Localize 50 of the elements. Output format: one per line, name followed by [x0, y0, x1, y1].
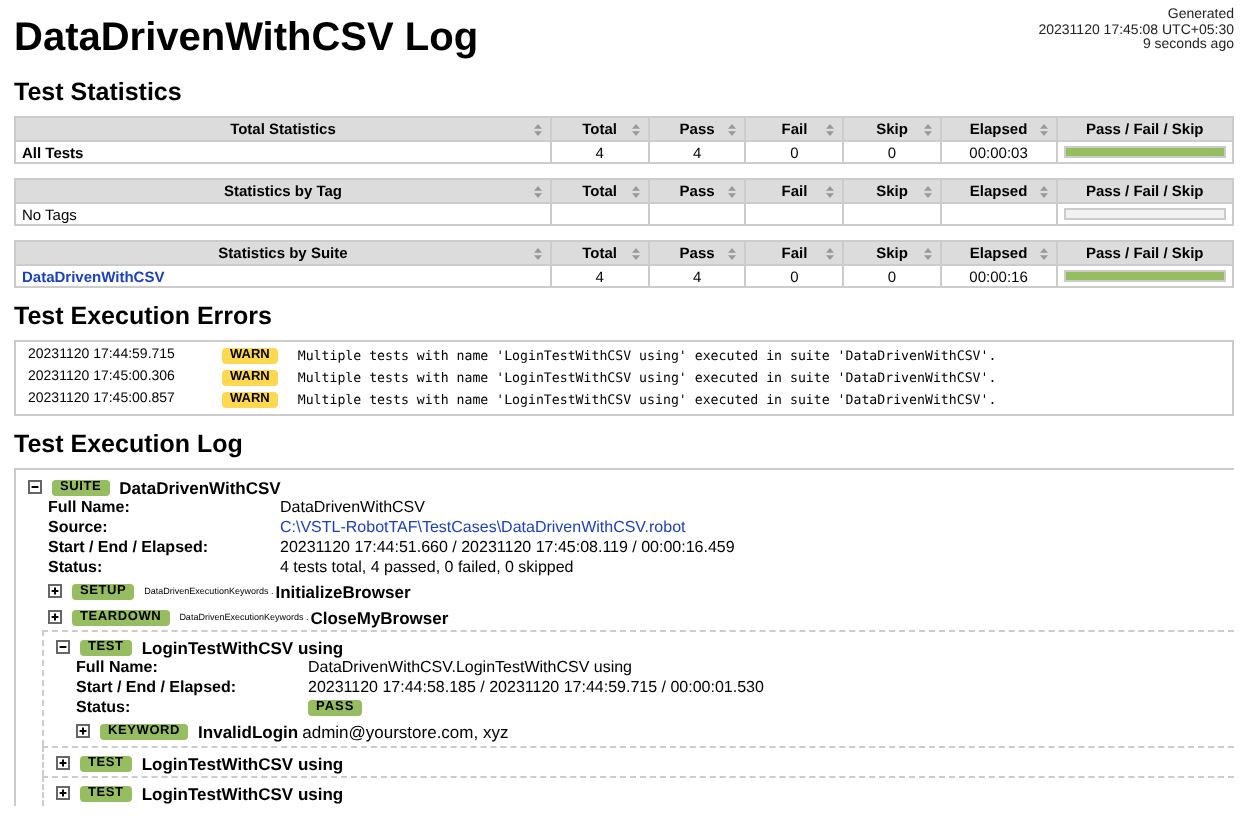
sort-icon[interactable]: [728, 248, 737, 260]
sort-icon[interactable]: [826, 186, 835, 198]
sort-icon[interactable]: [728, 124, 737, 136]
metadata-label: Full Name:: [76, 658, 160, 678]
item-name[interactable]: DataDrivenWithCSV: [119, 477, 281, 497]
sort-icon[interactable]: [631, 186, 640, 198]
sort-icon[interactable]: [923, 124, 932, 136]
sort-icon[interactable]: [1039, 248, 1048, 260]
sort-icon[interactable]: [923, 248, 932, 260]
metadata-label: Source:: [48, 518, 110, 538]
expand-icon[interactable]: [56, 756, 70, 770]
item-name[interactable]: LoginTestWithCSV using: [141, 753, 344, 773]
expand-icon[interactable]: [48, 584, 62, 598]
collapse-icon[interactable]: [28, 480, 42, 494]
item-name[interactable]: LoginTestWithCSV using: [141, 783, 344, 803]
item-name[interactable]: InitializeBrowser: [275, 581, 411, 601]
item-name[interactable]: InvalidLogin: [198, 721, 299, 741]
metadata-value: 20231120 17:44:58.185 / 20231120 17:44:59.715 / 00:00:01.530: [308, 678, 764, 698]
sort-icon[interactable]: [728, 186, 737, 198]
metadata-value: 20231120 17:44:51.660 / 20231120 17:45:08.119 / 00:00:16.459: [280, 538, 735, 558]
item-name[interactable]: CloseMyBrowser: [310, 607, 449, 627]
sort-icon[interactable]: [533, 186, 542, 198]
sort-icon[interactable]: [631, 248, 640, 260]
keyword-arguments: admin@yourstore.com, xyz: [302, 721, 509, 741]
expand-icon[interactable]: [56, 786, 70, 800]
sort-icon[interactable]: [826, 124, 835, 136]
sort-icon[interactable]: [826, 248, 835, 260]
metadata-label: Start / End / Elapsed:: [48, 538, 211, 558]
collapse-icon[interactable]: [56, 640, 70, 654]
metadata-label: Full Name:: [48, 498, 132, 518]
sort-icon[interactable]: [923, 186, 932, 198]
metadata-value: 4 tests total, 4 passed, 0 failed, 0 skipped: [280, 558, 574, 578]
item-name[interactable]: LoginTestWithCSV using: [141, 637, 344, 657]
sort-icon[interactable]: [533, 248, 542, 260]
sort-icon[interactable]: [533, 124, 542, 136]
page-title: DataDrivenWithCSV Log: [14, 14, 479, 62]
metadata-label: Status:: [76, 698, 133, 718]
metadata-value: DataDrivenWithCSV: [280, 498, 425, 518]
expand-icon[interactable]: [76, 724, 90, 738]
source-link[interactable]: C:\VSTL-RobotTAF\TestCases\DataDrivenWithCSV.robot: [280, 518, 686, 538]
metadata-label: Status:: [48, 558, 105, 578]
sort-icon[interactable]: [1039, 186, 1048, 198]
metadata-label: Start / End / Elapsed:: [76, 678, 239, 698]
metadata-value: DataDrivenWithCSV.LoginTestWithCSV using: [308, 658, 632, 678]
section-heading: Test Statistics: [14, 78, 184, 108]
sort-icon[interactable]: [1039, 124, 1048, 136]
section-heading: Test Execution Errors: [14, 302, 274, 332]
expand-icon[interactable]: [48, 610, 62, 624]
section-heading: Test Execution Log: [14, 430, 245, 460]
sort-icon[interactable]: [631, 124, 640, 136]
